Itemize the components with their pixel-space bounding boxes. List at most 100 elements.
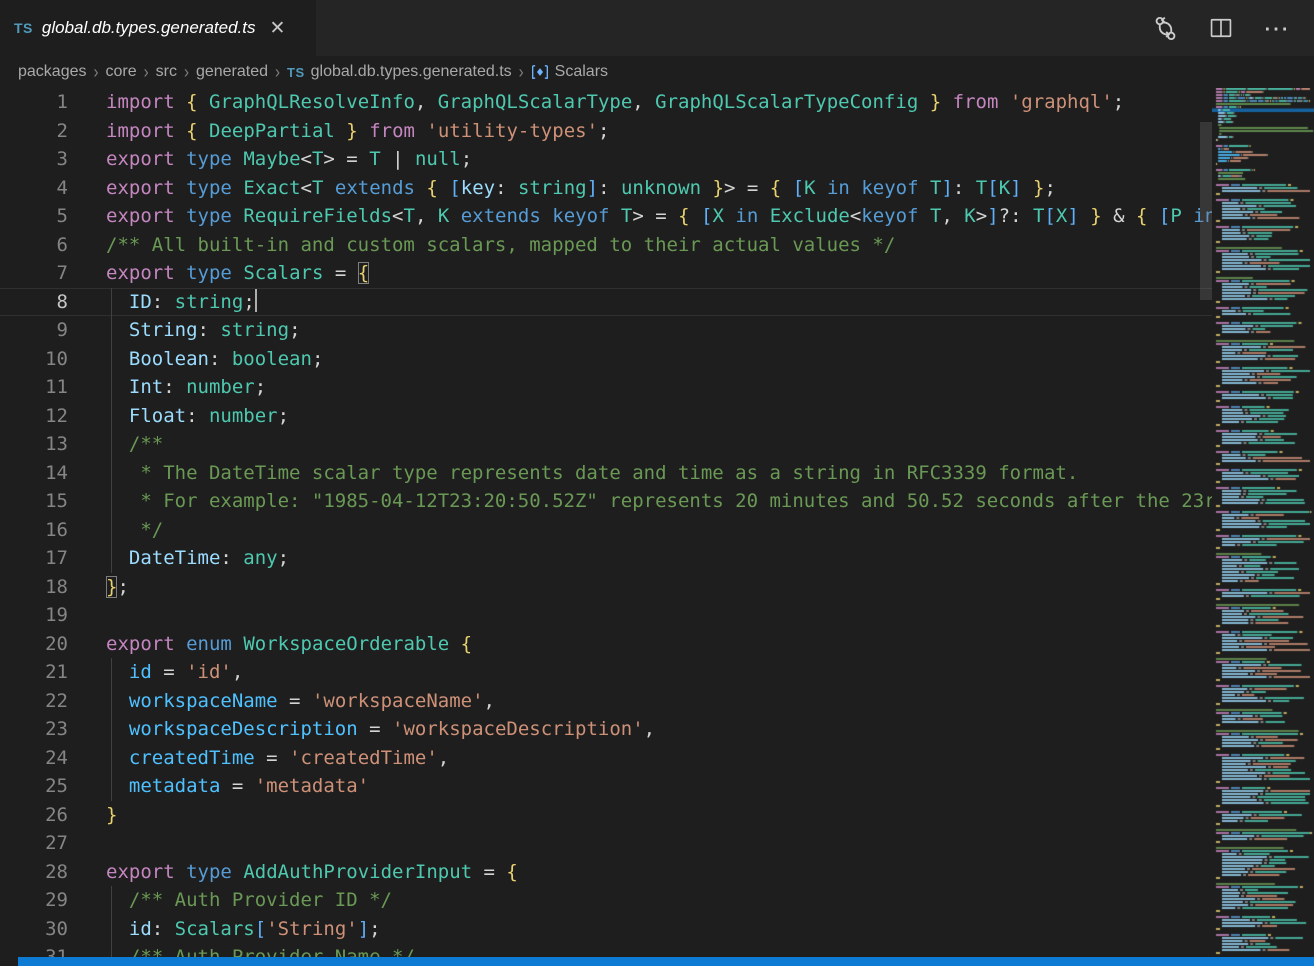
code-line-13[interactable]: 13 /**	[0, 430, 1212, 459]
breadcrumb-item-packages[interactable]: packages	[18, 63, 87, 81]
code-line-17[interactable]: 17 DateTime: any;	[0, 544, 1212, 573]
code-line-5[interactable]: 5export type RequireFields<T, K extends …	[0, 202, 1212, 231]
code-line-12[interactable]: 12 Float: number;	[0, 402, 1212, 431]
code-line-8[interactable]: 8 ID: string;	[0, 288, 1212, 317]
code-line-16[interactable]: 16 */	[0, 516, 1212, 545]
line-number[interactable]: 25	[0, 772, 68, 801]
code-token: 'utility-types'	[426, 120, 598, 142]
breadcrumb-item-global-db-types-generated-ts[interactable]: TSglobal.db.types.generated.ts	[287, 63, 512, 81]
code-token: K	[438, 205, 449, 227]
code-line-4[interactable]: 4export type Exact<T extends { [key: str…	[0, 174, 1212, 203]
breadcrumb-item-scalars[interactable]: Scalars	[531, 63, 608, 81]
code-line-7[interactable]: 7export type Scalars = {	[0, 259, 1212, 288]
code-token	[198, 91, 209, 113]
code-line-14[interactable]: 14 * The DateTime scalar type represents…	[0, 459, 1212, 488]
code-line-29[interactable]: 29 /** Auth Provider ID */	[0, 886, 1212, 915]
line-number[interactable]: 18	[0, 573, 68, 602]
breadcrumb-item-core[interactable]: core	[106, 63, 137, 81]
code-token	[919, 177, 930, 199]
code-line-27[interactable]: 27	[0, 829, 1212, 858]
code-line-23[interactable]: 23 workspaceDescription = 'workspaceDesc…	[0, 715, 1212, 744]
code-line-2[interactable]: 2import { DeepPartial } from 'utility-ty…	[0, 117, 1212, 146]
open-changes-icon[interactable]	[1152, 15, 1179, 42]
line-number[interactable]: 8	[0, 288, 68, 317]
code-text: /** Auth Provider ID */	[106, 886, 392, 915]
code-line-25[interactable]: 25 metadata = 'metadata'	[0, 772, 1212, 801]
line-number[interactable]: 26	[0, 801, 68, 830]
line-number[interactable]: 2	[0, 117, 68, 146]
code-token: * For example: "1985-04-12T23:20:50.52Z"…	[106, 490, 1212, 512]
code-line-1[interactable]: 1 import { GraphQLResolveInfo, GraphQLSca…	[0, 88, 1212, 117]
code-line-30[interactable]: 30 id: Scalars['String'];	[0, 915, 1212, 944]
line-number[interactable]: 14	[0, 459, 68, 488]
code-line-22[interactable]: 22 workspaceName = 'workspaceName',	[0, 687, 1212, 716]
line-number[interactable]: 10	[0, 345, 68, 374]
line-number[interactable]: 6	[0, 231, 68, 260]
code-line-3[interactable]: 3 export type Maybe<T> = T | null;	[0, 145, 1212, 174]
line-number[interactable]: 11	[0, 373, 68, 402]
line-number[interactable]: 24	[0, 744, 68, 773]
line-number[interactable]: 19	[0, 601, 68, 630]
line-number[interactable]: 29	[0, 886, 68, 915]
line-number[interactable]: 23	[0, 715, 68, 744]
line-number[interactable]: 9	[0, 316, 68, 345]
code-line-11[interactable]: 11 Int: number;	[0, 373, 1212, 402]
breadcrumb-item-src[interactable]: src	[156, 63, 177, 81]
code-token: boolean	[232, 348, 312, 370]
code-line-26[interactable]: 26}	[0, 801, 1212, 830]
line-number[interactable]: 7	[0, 259, 68, 288]
line-number[interactable]: 3	[0, 145, 68, 174]
code-token	[232, 205, 243, 227]
code-line-10[interactable]: 10 Boolean: boolean;	[0, 345, 1212, 374]
code-text: export type Maybe<T> = T | null;	[106, 145, 472, 174]
split-editor-icon[interactable]	[1209, 16, 1233, 40]
code-line-15[interactable]: 15 * For example: "1985-04-12T23:20:50.5…	[0, 487, 1212, 516]
vertical-scrollbar[interactable]	[1200, 122, 1212, 300]
code-token: Scalars	[243, 262, 323, 284]
code-token: :	[198, 319, 221, 341]
code-token: :	[598, 177, 621, 199]
code-token: T	[930, 205, 941, 227]
code-line-19[interactable]: 19	[0, 601, 1212, 630]
code-token: ,	[415, 91, 438, 113]
code-token: 'workspaceName'	[312, 690, 484, 712]
code-line-20[interactable]: 20export enum WorkspaceOrderable {	[0, 630, 1212, 659]
code-editor[interactable]: 1 import { GraphQLResolveInfo, GraphQLSca…	[0, 88, 1212, 966]
breadcrumb-item-generated[interactable]: generated	[196, 63, 268, 81]
code-line-28[interactable]: 28export type AddAuthProviderInput = {	[0, 858, 1212, 887]
code-token: from	[953, 91, 999, 113]
code-token: ]	[1010, 177, 1021, 199]
code-text: id = 'id',	[106, 658, 243, 687]
line-number[interactable]: 17	[0, 544, 68, 573]
line-number[interactable]: 15	[0, 487, 68, 516]
breadcrumb-label: Scalars	[555, 63, 608, 81]
close-icon[interactable]: ✕	[270, 19, 286, 38]
tab-global-db-types[interactable]: TS global.db.types.generated.ts ✕	[0, 0, 316, 56]
line-number[interactable]: 16	[0, 516, 68, 545]
line-number[interactable]: 21	[0, 658, 68, 687]
line-number[interactable]: 30	[0, 915, 68, 944]
minimap[interactable]	[1212, 88, 1314, 966]
more-actions-icon[interactable]: ⋯	[1263, 18, 1290, 38]
line-number[interactable]: 20	[0, 630, 68, 659]
line-number[interactable]: 13	[0, 430, 68, 459]
line-number[interactable]: 4	[0, 174, 68, 203]
code-token: :	[220, 547, 243, 569]
code-token: <	[392, 205, 403, 227]
code-token	[175, 861, 186, 883]
code-text: import { GraphQLResolveInfo, GraphQLScal…	[106, 88, 1124, 117]
code-line-9[interactable]: 9 String: string;	[0, 316, 1212, 345]
line-number[interactable]: 28	[0, 858, 68, 887]
code-token: [	[449, 177, 460, 199]
line-number[interactable]: 22	[0, 687, 68, 716]
code-line-18[interactable]: 18};	[0, 573, 1212, 602]
code-line-24[interactable]: 24 createdTime = 'createdTime',	[0, 744, 1212, 773]
line-number[interactable]: 1	[0, 88, 68, 117]
line-number[interactable]: 12	[0, 402, 68, 431]
text-cursor	[255, 289, 257, 312]
code-line-6[interactable]: 6/** All built-in and custom scalars, ma…	[0, 231, 1212, 260]
code-token: ]	[941, 177, 952, 199]
line-number[interactable]: 5	[0, 202, 68, 231]
code-line-21[interactable]: 21 id = 'id',	[0, 658, 1212, 687]
line-number[interactable]: 27	[0, 829, 68, 858]
